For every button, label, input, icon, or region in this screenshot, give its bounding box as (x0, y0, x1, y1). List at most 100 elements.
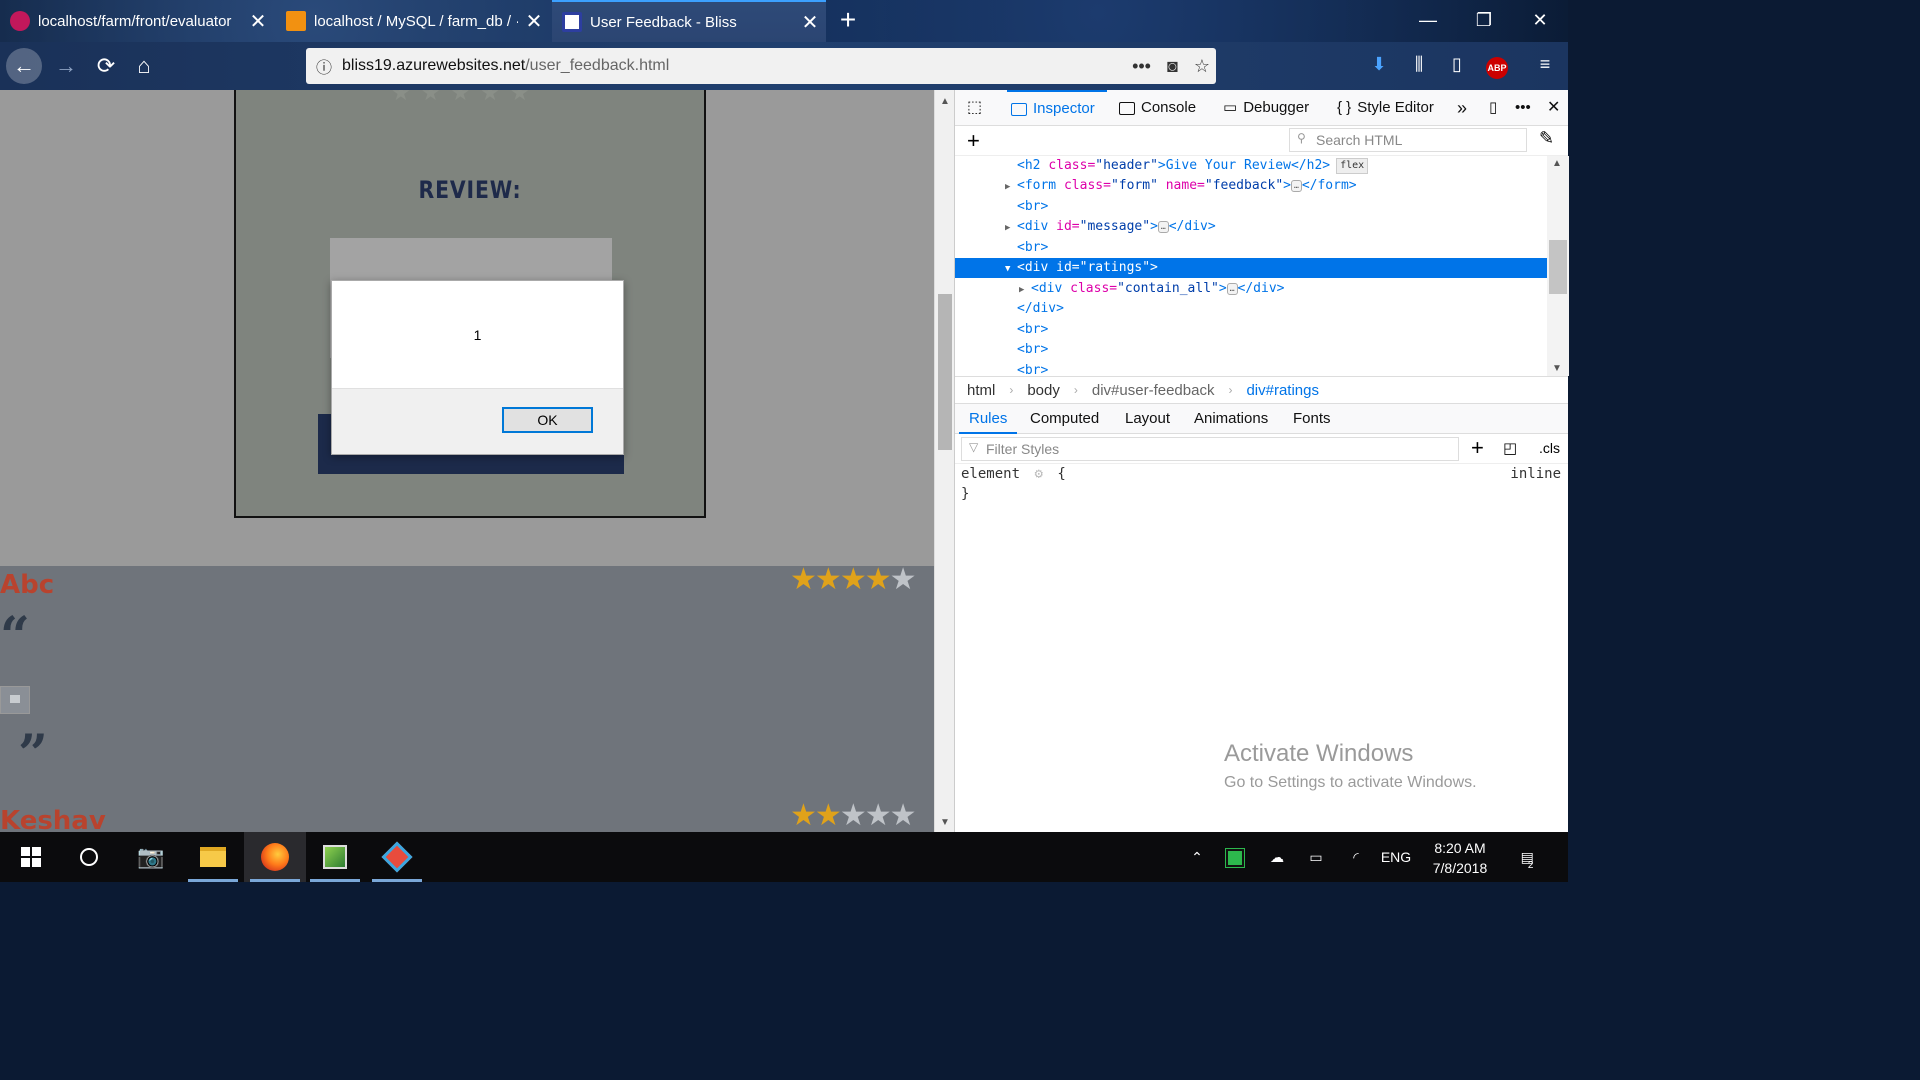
markup-node[interactable]: <br> (955, 320, 1547, 340)
scroll-up-icon[interactable]: ▲ (935, 96, 955, 107)
reload-button[interactable]: ⟳ (88, 48, 124, 84)
markup-node[interactable]: ▶ <div class="contain_all">… </div> (955, 279, 1547, 299)
bookmark-star-icon[interactable]: ☆ (1194, 56, 1210, 77)
markup-node[interactable]: </div> (955, 299, 1547, 319)
markup-view: <h2 class="header">Give Your Review</h2>… (955, 156, 1547, 376)
expand-icon[interactable]: ▶ (1005, 218, 1017, 238)
breadcrumb-item-current[interactable]: div#ratings (1246, 382, 1319, 399)
maximize-button[interactable]: ❐ (1456, 0, 1512, 42)
tab-layout[interactable]: Layout (1125, 404, 1170, 434)
scroll-down-icon[interactable]: ▼ (1552, 363, 1562, 374)
image-editor-icon[interactable] (304, 832, 366, 882)
clock[interactable]: 8:20 AM 7/8/2018 (1420, 838, 1500, 878)
markup-node-selected[interactable]: ▼ <div id="ratings"> (955, 258, 1547, 278)
markup-node[interactable]: ▶ <form class="form" name="feedback">… </f… (955, 176, 1547, 196)
site-info-icon[interactable]: ⓘ (306, 54, 342, 78)
menu-icon[interactable]: ≡ (1532, 54, 1558, 75)
back-button[interactable]: ← (6, 48, 42, 84)
pocket-icon[interactable]: ◙ (1167, 56, 1178, 77)
rating-stars-input[interactable]: ★★★★★ (391, 90, 540, 106)
file-explorer-icon[interactable] (182, 832, 244, 882)
close-window-button[interactable]: ✕ (1512, 0, 1568, 42)
add-node-icon[interactable]: + (967, 128, 980, 154)
tab-user-feedback[interactable]: User Feedback - Bliss ✕ (552, 0, 826, 42)
camera-app-icon[interactable]: 📷 (120, 832, 182, 882)
forward-button[interactable]: → (48, 48, 84, 84)
collapsed-ellipsis-icon[interactable]: … (1157, 220, 1169, 233)
tray-app-icon[interactable] (1222, 832, 1248, 882)
collapsed-ellipsis-icon[interactable]: … (1290, 179, 1302, 192)
tab-rules[interactable]: Rules (959, 404, 1018, 434)
tab-animations[interactable]: Animations (1194, 404, 1268, 434)
home-button[interactable]: ⌂ (126, 48, 162, 84)
markup-node[interactable]: ▶ <div id="message">… </div> (955, 217, 1547, 237)
search-html-input[interactable]: Search HTML (1289, 128, 1527, 152)
tab-console[interactable]: Console (1119, 90, 1196, 126)
expand-icon[interactable]: ▶ (1005, 177, 1017, 197)
tab-phpmyadmin[interactable]: localhost / MySQL / farm_db / · ✕ (276, 0, 550, 42)
ok-button[interactable]: OK (502, 407, 593, 433)
page-actions-icon[interactable]: ••• (1132, 56, 1151, 77)
firefox-icon[interactable] (244, 832, 306, 882)
scroll-thumb[interactable] (938, 294, 952, 450)
devtools-menu-icon[interactable]: ••• (1515, 90, 1531, 126)
close-devtools-icon[interactable]: ✕ (1547, 90, 1560, 126)
element-picker-icon[interactable]: ⬚ (967, 90, 982, 126)
gear-icon[interactable]: ⚙ (1034, 466, 1042, 482)
tab-fonts[interactable]: Fonts (1293, 404, 1331, 434)
close-tab-icon[interactable]: ✕ (518, 9, 550, 34)
breadcrumb-item[interactable]: div#user-feedback (1092, 382, 1215, 399)
markup-node[interactable]: <h2 class="header">Give Your Review</h2>… (955, 156, 1547, 176)
git-client-icon[interactable] (366, 832, 428, 882)
battery-icon[interactable]: ▭ (1302, 832, 1330, 882)
collapsed-ellipsis-icon[interactable]: … (1226, 282, 1238, 295)
rule-selector[interactable]: element (961, 466, 1020, 482)
close-tab-icon[interactable]: ✕ (794, 10, 826, 35)
minimize-button[interactable]: — (1400, 0, 1456, 42)
tab-debugger[interactable]: ▭ Debugger (1223, 90, 1309, 126)
dock-icon[interactable]: ▯ (1489, 90, 1497, 126)
cortana-button[interactable] (58, 832, 120, 882)
tab-evaluator[interactable]: localhost/farm/front/evaluator ✕ (0, 0, 274, 42)
expand-icon[interactable]: ▶ (1019, 280, 1031, 300)
scroll-up-icon[interactable]: ▲ (1552, 158, 1562, 169)
more-tabs-icon[interactable]: » (1457, 90, 1467, 126)
filter-styles-input[interactable]: Filter Styles (961, 437, 1459, 461)
markup-node[interactable]: <br> (955, 340, 1547, 360)
library-icon[interactable]: ⫼ (1406, 54, 1432, 75)
action-center-icon[interactable]: ▤2 (1512, 832, 1548, 882)
add-rule-icon[interactable]: + (1471, 435, 1484, 461)
address-bar[interactable]: ⓘ bliss19.azurewebsites.net/user_feedbac… (306, 48, 1216, 84)
language-indicator[interactable]: ENG (1378, 832, 1414, 882)
breadcrumb-item[interactable]: html (967, 382, 995, 399)
markup-node[interactable]: <br> (955, 238, 1547, 258)
collapse-icon[interactable]: ▼ (1005, 259, 1017, 279)
close-tab-icon[interactable]: ✕ (242, 9, 274, 34)
tab-style-editor[interactable]: { } Style Editor (1337, 90, 1434, 126)
markup-scrollbar[interactable]: ▲ ▼ (1547, 156, 1569, 376)
eyedropper-icon[interactable]: ✎ (1539, 128, 1554, 149)
tab-inspector[interactable]: Inspector (1007, 90, 1107, 126)
flex-badge[interactable]: flex (1336, 157, 1369, 174)
breadcrumb-item[interactable]: body (1027, 382, 1060, 399)
scroll-down-icon[interactable]: ▼ (935, 817, 955, 828)
wifi-icon[interactable]: ◜ (1342, 832, 1370, 882)
start-button[interactable] (0, 832, 62, 882)
markup-node[interactable]: <br> (955, 197, 1547, 217)
cls-toggle[interactable]: .cls (1539, 440, 1560, 456)
new-tab-button[interactable]: + (832, 4, 864, 38)
rule-source[interactable]: inline (1510, 466, 1561, 482)
style-editor-icon: { } (1337, 99, 1352, 116)
rules-toolbar: Filter Styles ▽ + ◰ .cls (955, 434, 1568, 464)
downloads-icon[interactable]: ⬇ (1366, 54, 1392, 75)
sidebar-icon[interactable]: ▯ (1444, 54, 1470, 75)
onedrive-icon[interactable]: ☁ (1262, 832, 1292, 882)
tab-computed[interactable]: Computed (1030, 404, 1099, 434)
circle-icon (80, 848, 98, 866)
tray-chevron-icon[interactable]: ⌃ (1184, 832, 1210, 882)
adblock-icon[interactable]: ABP (1484, 55, 1510, 79)
toggle-pseudo-icon[interactable]: ◰ (1503, 439, 1517, 457)
page-scrollbar[interactable]: ▲ ▼ (934, 90, 954, 832)
scroll-thumb[interactable] (1549, 240, 1567, 294)
markup-node[interactable]: <br> (955, 361, 1547, 376)
